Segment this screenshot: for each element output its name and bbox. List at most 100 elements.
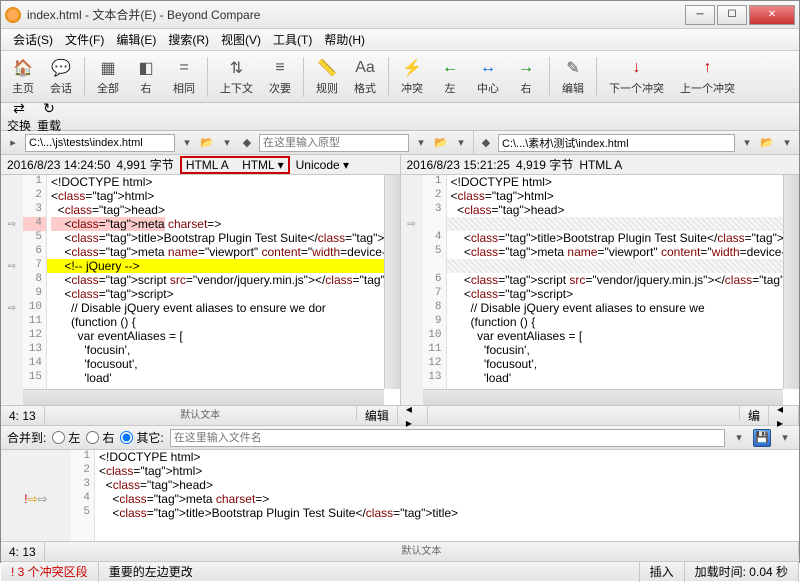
merge-type: 默认文本 (45, 542, 799, 556)
conflict-button[interactable]: ⚡冲突 (394, 54, 430, 99)
encoding-selector[interactable]: Unicode ▾ (296, 158, 349, 172)
dropdown-icon[interactable]: ▾ (413, 135, 429, 151)
take-left-button[interactable]: ←左 (432, 54, 468, 99)
take-right-button[interactable]: →右 (508, 54, 544, 99)
minimize-button[interactable]: ─ (685, 5, 715, 25)
diamond-icon[interactable]: ◆ (239, 135, 255, 151)
scroll-buttons[interactable]: ◂ ▸ (769, 406, 799, 425)
menu-item[interactable]: 编辑(E) (110, 29, 162, 50)
left-pane: ⇨⇨⇨ 123456789101112131415 <!DOCTYPE html… (1, 175, 400, 405)
browse-icon[interactable]: 📂 (433, 135, 449, 151)
close-button[interactable]: ✕ (749, 5, 795, 25)
merge-right-radio[interactable]: 右 (86, 429, 114, 446)
right-path-input[interactable] (498, 134, 735, 152)
history-icon[interactable]: ▾ (219, 135, 235, 151)
filetype-selector[interactable]: HTML A HTML ▾ (180, 156, 290, 174)
status-bar: ! 3 个冲突区段 重要的左边更改 插入 加载时间: 0.04 秒 (1, 561, 799, 581)
maximize-button[interactable]: ☐ (717, 5, 747, 25)
menu-item[interactable]: 搜索(R) (162, 29, 215, 50)
prev-conflict-button[interactable]: ↑上一个冲突 (673, 54, 742, 99)
format-button[interactable]: Aa格式 (347, 54, 383, 99)
merge-left-radio[interactable]: 左 (52, 429, 80, 446)
path-bar: ▸ ▾ 📂 ▾ ◆ ▾ 📂 ▾ ◆ ▾ 📂 ▾ (1, 131, 799, 155)
left-gutter: ⇨⇨⇨ (1, 175, 23, 405)
dropdown-icon[interactable]: ▾ (777, 430, 793, 446)
diamond-icon[interactable]: ◆ (478, 135, 494, 151)
left-line-numbers: 123456789101112131415 (23, 175, 47, 405)
secondary-toolbar: ⇄交换↻重载 (1, 103, 799, 131)
right-type: HTML A (579, 158, 622, 172)
context-button[interactable]: ⇅上下文 (213, 54, 260, 99)
horizontal-scrollbar[interactable] (23, 389, 384, 405)
home-button[interactable]: 🏠主页 (5, 54, 41, 99)
info-bar: 2016/8/23 14:24:50 4,991 字节 HTML A HTML … (1, 155, 799, 175)
merge-pane: ! ⇨⇨ 12345 <!DOCTYPE html><class="tag">h… (1, 449, 799, 541)
left-path-input[interactable] (25, 134, 175, 152)
left-code[interactable]: <!DOCTYPE html><class="tag">html> <class… (47, 175, 400, 405)
rules-button[interactable]: 📏规则 (309, 54, 345, 99)
left-pos: 4: 13 (1, 406, 45, 425)
menu-item[interactable]: 帮助(H) (318, 29, 371, 50)
merge-gutter: ! ⇨⇨ (1, 450, 71, 541)
dropdown-icon[interactable]: ▾ (179, 135, 195, 151)
vertical-scrollbar[interactable] (783, 175, 799, 389)
right-code[interactable]: <!DOCTYPE html><class="tag">html> <class… (447, 175, 800, 405)
menu-item[interactable]: 工具(T) (267, 29, 318, 50)
insert-mode: 插入 (640, 561, 685, 582)
menubar: 会话(S)文件(F)编辑(E)搜索(R)视图(V)工具(T)帮助(H) (1, 29, 799, 51)
titlebar: index.html - 文本合并(E) - Beyond Compare ─ … (1, 1, 799, 29)
merge-bar: 合并到: 左 右 其它: ▾ 💾 ▾ (1, 425, 799, 449)
merge-other-radio[interactable]: 其它: (120, 429, 163, 446)
app-icon (5, 7, 21, 23)
browse-icon[interactable]: 📂 (759, 135, 775, 151)
right-path-cell: ◆ ▾ 📂 ▾ (473, 131, 799, 154)
merge-code[interactable]: <!DOCTYPE html><class="tag">html> <class… (95, 450, 799, 541)
left-date: 2016/8/23 14:24:50 (7, 158, 110, 172)
merge-filename-input[interactable] (170, 429, 725, 447)
menu-item[interactable]: 视图(V) (215, 29, 267, 50)
expand-left-icon[interactable]: ▸ (5, 135, 21, 151)
dropdown-icon[interactable]: ▾ (739, 135, 755, 151)
center-path-input[interactable] (259, 134, 409, 152)
menu-item[interactable]: 文件(F) (59, 29, 110, 50)
left-mode: 编辑 (357, 406, 398, 425)
merge-label: 合并到: (7, 429, 46, 446)
history-icon[interactable]: ▾ (779, 135, 795, 151)
edit-button[interactable]: ✎编辑 (555, 54, 591, 99)
take-center-button[interactable]: ↔中心 (470, 54, 506, 99)
merge-status: 4: 13 默认文本 (1, 541, 799, 561)
right-mode: 编 (740, 406, 769, 425)
left-info: 2016/8/23 14:24:50 4,991 字节 HTML A HTML … (1, 155, 400, 174)
all-button[interactable]: ▦全部 (90, 54, 126, 99)
right-pane: ⇨ 12345678910111213 <!DOCTYPE html><clas… (400, 175, 800, 405)
right-size: 4,919 字节 (516, 156, 573, 173)
load-time: 加载时间: 0.04 秒 (685, 561, 799, 582)
left-path-cell: ▸ ▾ 📂 ▾ ◆ ▾ 📂 ▾ (1, 131, 473, 154)
vertical-scrollbar[interactable] (384, 175, 400, 389)
browse-icon[interactable]: 📂 (199, 135, 215, 151)
minor-button[interactable]: ≡次要 (262, 54, 298, 99)
right-status (428, 406, 740, 420)
reload-button[interactable]: ↻重载 (37, 100, 61, 134)
next-conflict-button[interactable]: ↓下一个冲突 (602, 54, 671, 99)
same-button[interactable]: =相同 (166, 54, 202, 99)
merge-line-numbers: 12345 (71, 450, 95, 541)
left-size: 4,991 字节 (116, 156, 173, 173)
dropdown-icon[interactable]: ▾ (731, 430, 747, 446)
horizontal-scrollbar[interactable] (423, 389, 784, 405)
right-gutter: ⇨ (401, 175, 423, 405)
right-line-numbers: 12345678910111213 (423, 175, 447, 405)
main-toolbar: 🏠主页💬会话 ▦全部◧右=相同 ⇅上下文≡次要 📏规则Aa格式 ⚡冲突←左↔中心→右✎编… (1, 51, 799, 103)
save-button[interactable]: 💾 (753, 429, 771, 447)
merge-pos: 4: 13 (1, 542, 45, 561)
pane-status: 4: 13 默认文本 编辑 ◂ ▸ 编 ◂ ▸ (1, 405, 799, 425)
right-info: 2016/8/23 15:21:25 4,919 字节 HTML A (400, 155, 800, 174)
swap-button[interactable]: ⇄交换 (7, 100, 31, 134)
session-button[interactable]: 💬会话 (43, 54, 79, 99)
conflict-count: ! 3 个冲突区段 (1, 561, 99, 582)
right-button[interactable]: ◧右 (128, 54, 164, 99)
changes-label: 重要的左边更改 (99, 561, 640, 582)
history-icon[interactable]: ▾ (453, 135, 469, 151)
scroll-buttons[interactable]: ◂ ▸ (398, 406, 428, 425)
menu-item[interactable]: 会话(S) (7, 29, 59, 50)
